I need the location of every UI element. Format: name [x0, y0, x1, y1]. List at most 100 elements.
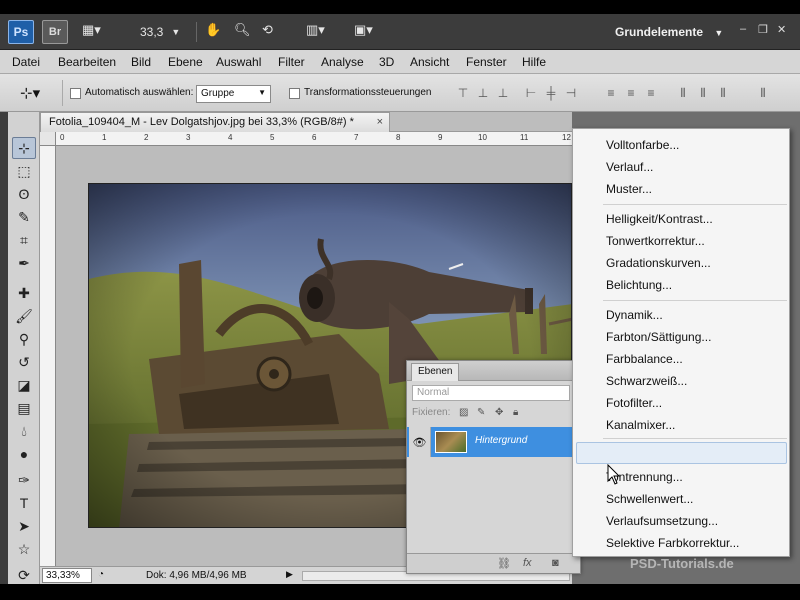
dodge-tool-icon[interactable]: ●: [12, 443, 36, 465]
menu-item-kanalmixer[interactable]: Kanalmixer...: [606, 418, 675, 432]
eyedropper-tool-icon[interactable]: ✒: [12, 252, 36, 274]
visibility-eye-icon[interactable]: 👁︎: [409, 427, 431, 457]
distribute-bottom-icon[interactable]: ≡: [644, 86, 658, 100]
menu-item-selektive-farbkorrektur[interactable]: Selektive Farbkorrektur...: [606, 536, 739, 550]
crop-tool-icon[interactable]: ⌗: [12, 229, 36, 251]
move-tool-preset-icon[interactable]: ⊹▾: [20, 84, 40, 102]
menu-divider: [603, 204, 787, 205]
pen-tool-icon[interactable]: ✑: [12, 469, 36, 491]
lock-all-icon[interactable]: 🔒︎: [513, 407, 518, 418]
transform-controls-checkbox[interactable]: [289, 88, 300, 99]
brush-tool-icon[interactable]: 🖌︎: [12, 305, 36, 327]
menu-item-schwarzweiss[interactable]: Schwarzweiß...: [606, 374, 687, 388]
horizontal-ruler[interactable]: 0 1 2 3 4 5 6 7 8 9 10 11 12: [56, 132, 572, 146]
close-button[interactable]: ✕: [777, 23, 786, 36]
lock-transparency-icon[interactable]: ▨: [459, 407, 468, 418]
shape-tool-icon[interactable]: ☆: [12, 538, 36, 560]
align-top-icon[interactable]: ⊤: [456, 86, 470, 100]
menu-item-dynamik[interactable]: Dynamik...: [606, 308, 663, 322]
link-layers-icon[interactable]: ⛓: [497, 557, 511, 570]
zoom-percentage-field[interactable]: 33,33%: [42, 568, 92, 583]
close-icon[interactable]: ×: [377, 116, 383, 128]
layer-style-fx-icon[interactable]: fx: [523, 557, 532, 569]
menu-item-muster[interactable]: Muster...: [606, 182, 652, 196]
menu-filter[interactable]: Filter: [278, 55, 305, 69]
marquee-tool-icon[interactable]: ⬚: [12, 160, 36, 182]
3d-rotate-tool-icon[interactable]: ⟳: [12, 564, 36, 586]
distribute-top-icon[interactable]: ≡: [604, 86, 618, 100]
blend-mode-dropdown[interactable]: Normal: [412, 385, 570, 401]
distribute-hcenter-icon[interactable]: ⫴: [696, 86, 710, 100]
path-selection-tool-icon[interactable]: ➤: [12, 515, 36, 537]
menu-ansicht[interactable]: Ansicht: [410, 55, 449, 69]
ruler-origin[interactable]: [40, 132, 56, 146]
align-vertical-center-icon[interactable]: ⊥: [476, 86, 490, 100]
menu-item-schwellenwert[interactable]: Schwellenwert...: [606, 492, 693, 506]
menu-item-fotofilter[interactable]: Fotofilter...: [606, 396, 662, 410]
menu-item-tonwertkorrektur[interactable]: Tonwertkorrektur...: [606, 234, 705, 248]
menu-item-umkehren-hovered[interactable]: [576, 442, 787, 464]
restore-button[interactable]: ❐: [758, 23, 768, 36]
lock-position-icon[interactable]: ✥: [495, 407, 503, 418]
gradient-tool-icon[interactable]: ▤: [12, 397, 36, 419]
menu-bearbeiten[interactable]: Bearbeiten: [58, 55, 116, 69]
layer-row[interactable]: 👁︎ Hintergrund: [407, 427, 580, 457]
menu-ebene[interactable]: Ebene: [168, 55, 203, 69]
clone-stamp-tool-icon[interactable]: ⚲: [12, 328, 36, 350]
distribute-left-icon[interactable]: ⫴: [676, 86, 690, 100]
menu-3d[interactable]: 3D: [379, 55, 394, 69]
menu-item-farbton-saettigung[interactable]: Farbton/Sättigung...: [606, 330, 711, 344]
auto-align-layers-icon[interactable]: ⦀: [756, 86, 770, 100]
blur-tool-icon[interactable]: 💧︎: [12, 420, 36, 442]
distribute-center-icon[interactable]: ≡: [624, 86, 638, 100]
align-bottom-icon[interactable]: ⊥: [496, 86, 510, 100]
auto-select-dropdown[interactable]: Gruppe ▼: [196, 85, 271, 103]
menu-auswahl[interactable]: Auswahl: [216, 55, 261, 69]
hand-tool-icon[interactable]: ✋: [205, 22, 221, 38]
menu-bild[interactable]: Bild: [131, 55, 151, 69]
align-right-icon[interactable]: ⊣: [564, 86, 578, 100]
menu-analyse[interactable]: Analyse: [321, 55, 364, 69]
tab-ebenen[interactable]: Ebenen: [411, 363, 460, 381]
screen-mode-icon[interactable]: ▣▾: [354, 22, 373, 38]
healing-brush-tool-icon[interactable]: ✚: [12, 282, 36, 304]
menu-item-belichtung[interactable]: Belichtung...: [606, 278, 672, 292]
minimize-button[interactable]: –: [740, 23, 746, 35]
lock-pixels-icon[interactable]: ✎: [477, 407, 485, 418]
film-strip-icon[interactable]: ▦▾: [82, 22, 101, 38]
type-tool-icon[interactable]: T: [12, 492, 36, 514]
menu-item-verlaufsumsetzung[interactable]: Verlaufsumsetzung...: [606, 514, 718, 528]
menu-divider: [603, 300, 787, 301]
rotate-view-icon[interactable]: ⟲: [262, 22, 273, 38]
layer-mask-icon[interactable]: ◙: [552, 557, 559, 569]
zoom-tool-icon[interactable]: 🔍︎: [234, 22, 251, 38]
menu-item-farbbalance[interactable]: Farbbalance...: [606, 352, 683, 366]
auto-select-checkbox[interactable]: [70, 88, 81, 99]
lasso-tool-icon[interactable]: ʘ: [12, 183, 36, 205]
vertical-ruler[interactable]: [40, 146, 56, 566]
workspace-switcher[interactable]: Grundelemente ▼: [615, 25, 723, 39]
menu-item-helligkeit-kontrast[interactable]: Helligkeit/Kontrast...: [606, 212, 713, 226]
align-horizontal-center-icon[interactable]: ╪: [544, 86, 558, 100]
lock-label: Fixieren:: [412, 407, 451, 418]
menu-fenster[interactable]: Fenster: [466, 55, 507, 69]
bridge-button[interactable]: Br: [42, 20, 68, 44]
proof-info-icon[interactable]: ◔: [98, 569, 104, 580]
eraser-tool-icon[interactable]: ◪: [12, 374, 36, 396]
status-menu-arrow-icon[interactable]: ▶: [286, 569, 293, 580]
options-bar: ⊹▾ Automatisch auswählen: Gruppe ▼ Trans…: [0, 74, 800, 112]
document-tab[interactable]: Fotolia_109404_M - Lev Dolgatshjov.jpg b…: [40, 112, 390, 132]
menu-datei[interactable]: Datei: [12, 55, 40, 69]
arrange-documents-icon[interactable]: ▥▾: [306, 22, 325, 38]
quick-selection-tool-icon[interactable]: ✎: [12, 206, 36, 228]
menu-item-volltonfarbe[interactable]: Volltonfarbe...: [606, 138, 679, 152]
zoom-level-dropdown[interactable]: 33,3 ▼: [130, 22, 190, 42]
menu-item-gradationskurven[interactable]: Gradationskurven...: [606, 256, 711, 270]
menu-hilfe[interactable]: Hilfe: [522, 55, 546, 69]
history-brush-tool-icon[interactable]: ↺: [12, 351, 36, 373]
distribute-right-icon[interactable]: ⫴: [716, 86, 730, 100]
align-left-icon[interactable]: ⊢: [524, 86, 538, 100]
menu-item-verlauf[interactable]: Verlauf...: [606, 160, 653, 174]
layers-panel-header: Ebenen: [407, 361, 580, 381]
move-tool-icon[interactable]: ⊹: [12, 137, 36, 159]
